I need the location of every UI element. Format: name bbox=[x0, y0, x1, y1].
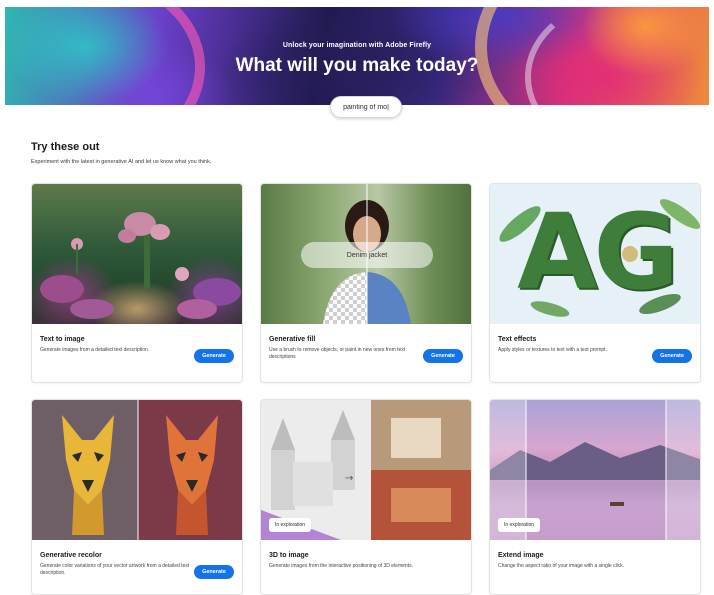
generate-button[interactable]: Generate bbox=[194, 565, 234, 579]
card-title: Text effects bbox=[498, 336, 537, 343]
exploration-badge: In exploration bbox=[269, 518, 312, 532]
text-to-image-thumbnail bbox=[32, 184, 242, 324]
generative-fill-thumbnail: Denim jacket bbox=[261, 184, 471, 324]
card-text-effects[interactable]: AG Text effects Apply styles or textures… bbox=[489, 183, 701, 383]
extend-image-thumbnail: In exploration bbox=[490, 400, 700, 540]
generate-button[interactable]: Generate bbox=[423, 349, 463, 363]
arrow-icon: → bbox=[345, 473, 354, 484]
section-title: Try these out bbox=[31, 141, 100, 153]
card-title: Text to image bbox=[40, 336, 85, 343]
card-generative-recolor[interactable]: Generative recolor Generate color variat… bbox=[31, 399, 243, 595]
generative-recolor-thumbnail bbox=[32, 400, 242, 540]
card-generative-fill[interactable]: Denim jacket Generative fill Use a brush… bbox=[260, 183, 472, 383]
card-title: 3D to image bbox=[269, 552, 309, 559]
card-title: Generative recolor bbox=[40, 552, 102, 559]
exploration-badge: In exploration bbox=[498, 518, 541, 532]
prompt-overlay-pill: Denim jacket bbox=[301, 242, 433, 268]
generate-button[interactable]: Generate bbox=[194, 349, 234, 363]
section-description: Experiment with the latest in generative… bbox=[31, 159, 212, 165]
fantasy-garden-illustration bbox=[40, 212, 241, 319]
card-description: Generate color variations of your vector… bbox=[40, 563, 190, 576]
card-description: Apply styles or textures to text with a … bbox=[498, 347, 607, 353]
hero-subtitle: Unlock your imagination with Adobe Firef… bbox=[282, 42, 432, 49]
card-extend-image[interactable]: In exploration Extend image Change the a… bbox=[489, 399, 701, 595]
card-description: Use a brush to remove objects, or paint … bbox=[269, 347, 406, 360]
text-effects-thumbnail: AG bbox=[490, 184, 700, 324]
card-title: Extend image bbox=[498, 552, 544, 559]
hero-banner: Unlock your imagination with Adobe Firef… bbox=[5, 7, 709, 105]
generate-button[interactable]: Generate bbox=[652, 349, 692, 363]
leaf-decoration bbox=[499, 199, 700, 317]
card-title: Generative fill bbox=[269, 336, 316, 343]
card-3d-to-image[interactable]: → In exploration 3D to image Generate im… bbox=[260, 399, 472, 595]
card-description: Generate images from a detailed text des… bbox=[40, 347, 150, 353]
prompt-search-bar[interactable] bbox=[330, 96, 402, 118]
dog-vector-illustration bbox=[62, 400, 218, 540]
prompt-input[interactable] bbox=[334, 103, 398, 111]
3d-to-image-thumbnail: → In exploration bbox=[261, 400, 471, 540]
overlay-label: Denim jacket bbox=[346, 251, 388, 259]
card-text-to-image[interactable]: Text to image Generate images from a det… bbox=[31, 183, 243, 383]
card-description: Generate images from the interactive pos… bbox=[269, 563, 413, 569]
card-description: Change the aspect ratio of your image wi… bbox=[498, 563, 625, 569]
hero-title: What will you make today? bbox=[235, 55, 479, 76]
